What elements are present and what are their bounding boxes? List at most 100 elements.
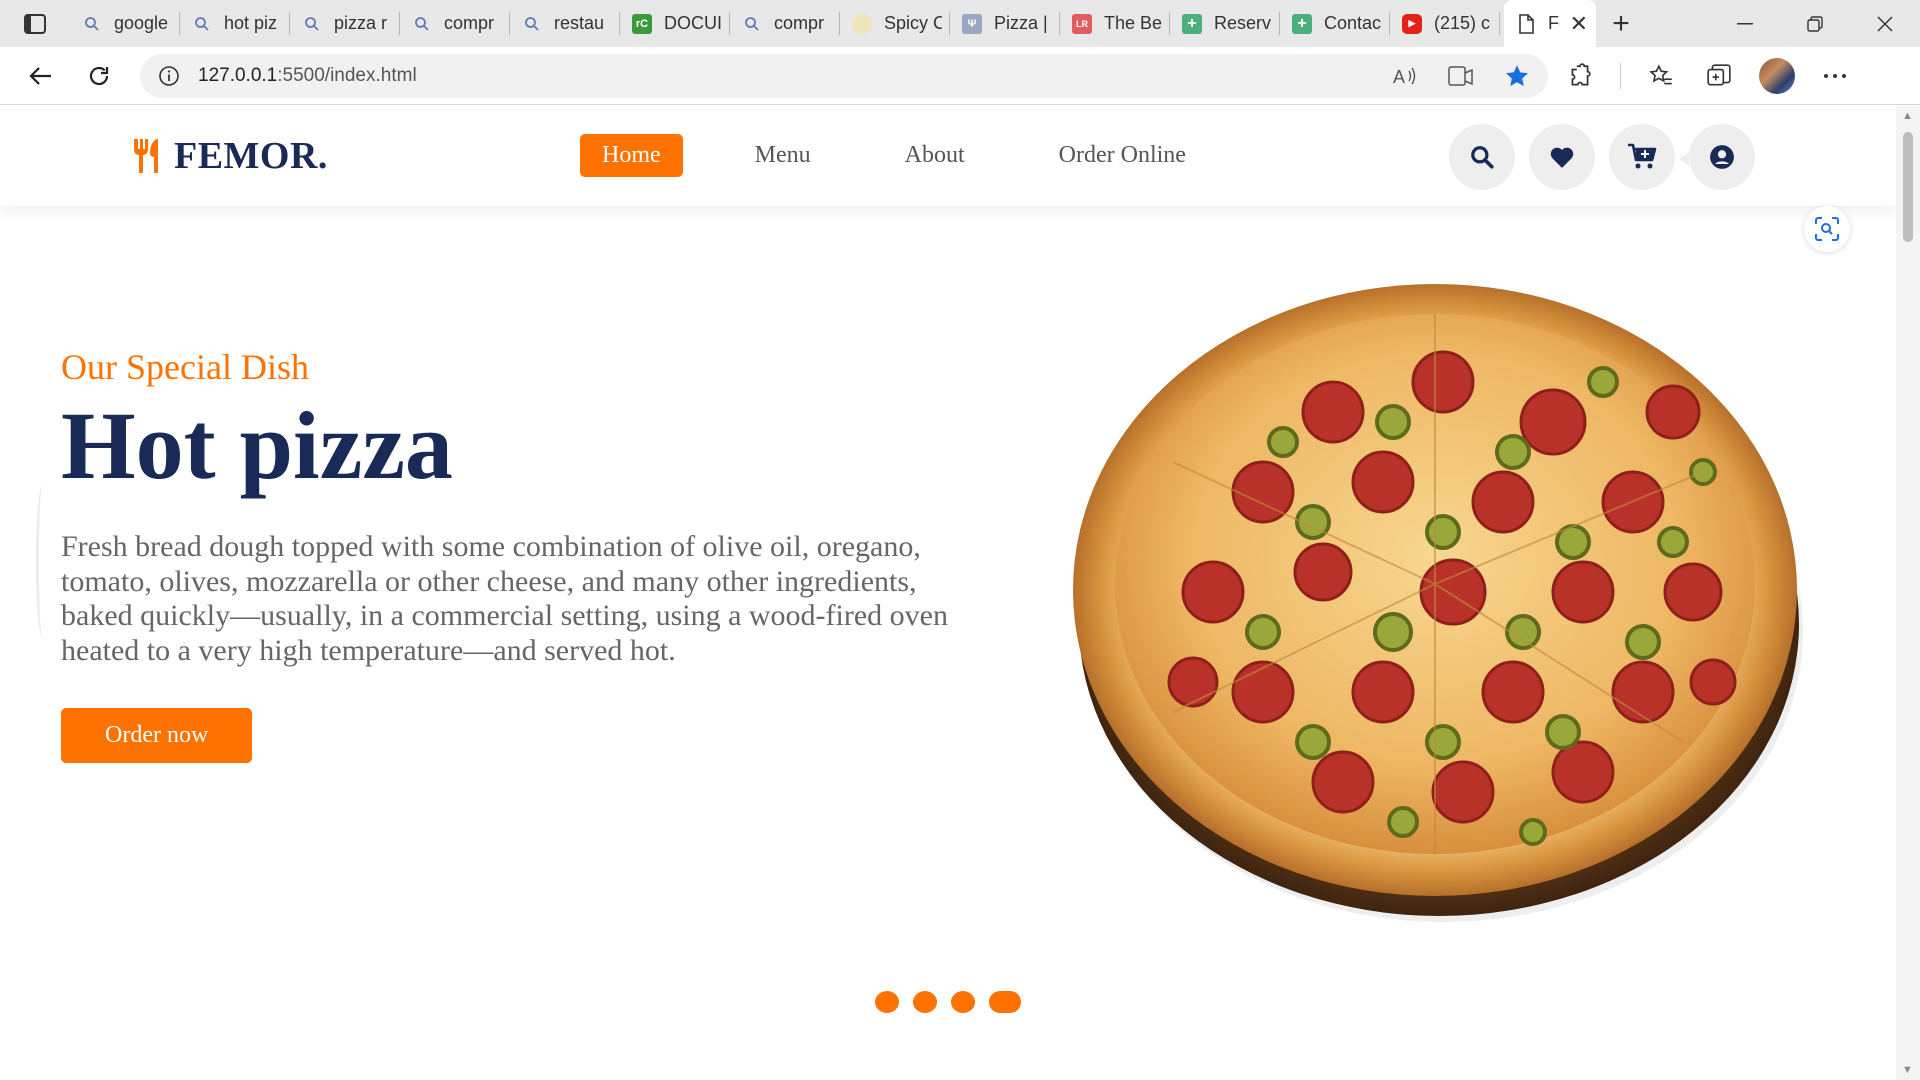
nav-order-online[interactable]: Order Online <box>1037 134 1208 177</box>
svg-text:A: A <box>1393 67 1405 87</box>
back-button[interactable] <box>12 47 70 105</box>
search-button[interactable] <box>1449 124 1515 190</box>
visual-search-button[interactable] <box>1804 206 1850 252</box>
browser-tab[interactable]: + Reserv <box>1170 0 1280 47</box>
scroll-down-icon[interactable]: ▼ <box>1902 1064 1913 1076</box>
pizza-site-icon: Ψ <box>962 13 982 34</box>
browser-tab[interactable]: Ψ Pizza | <box>950 0 1060 47</box>
new-tab-button[interactable]: + <box>1596 0 1646 47</box>
toolbar-divider <box>1620 62 1621 89</box>
tab-label: The Be <box>1104 13 1162 33</box>
restore-button[interactable] <box>1780 0 1850 47</box>
profile-button[interactable] <box>1759 57 1795 94</box>
tab-label: compr <box>444 13 495 33</box>
page-icon <box>1516 13 1536 34</box>
collections-button[interactable] <box>1701 58 1737 94</box>
browser-tab[interactable]: rC DOCUI <box>620 0 730 47</box>
spicy-icon <box>852 13 872 34</box>
tab-label: Reserv <box>1214 13 1272 33</box>
back-arrow-icon <box>29 66 51 85</box>
tab-label: DOCUI <box>664 13 722 33</box>
slide-dot-1[interactable] <box>875 991 899 1013</box>
minimize-button[interactable] <box>1710 0 1780 47</box>
url-path: :5500/index.html <box>277 64 417 86</box>
search-icon <box>302 14 322 34</box>
slide-dot-2[interactable] <box>913 991 937 1013</box>
search-icon <box>522 14 542 34</box>
browser-tab[interactable]: compr <box>730 0 840 47</box>
browser-tab[interactable]: google <box>70 0 180 47</box>
hero-subtitle: Our Special Dish <box>61 347 309 387</box>
youtube-icon: ▶ <box>1402 13 1422 34</box>
plus-square-icon: + <box>1292 13 1312 34</box>
tab-actions-button[interactable] <box>0 0 70 47</box>
tab-label: Fe <box>1548 13 1560 33</box>
logo-text: FEMOR. <box>174 135 328 177</box>
reload-button[interactable] <box>70 47 128 105</box>
active-browser-tab[interactable]: Fe ✕ <box>1504 0 1596 47</box>
tab-label: google <box>114 13 169 33</box>
nav-about[interactable]: About <box>883 134 987 177</box>
page-scrollbar[interactable]: ▲ ▼ <box>1896 106 1920 1080</box>
extensions-button[interactable] <box>1562 58 1598 94</box>
favorite-star-icon[interactable] <box>1504 63 1530 89</box>
order-now-button[interactable]: Order now <box>61 708 253 763</box>
close-window-button[interactable] <box>1850 0 1920 47</box>
search-icon <box>742 14 762 34</box>
info-icon[interactable] <box>158 65 180 87</box>
browser-tab[interactable]: LR The Be <box>1060 0 1170 47</box>
nav-menu[interactable]: Menu <box>733 134 833 177</box>
tab-label: Spicy C <box>884 13 942 33</box>
scroll-thumb[interactable] <box>1903 132 1913 242</box>
account-button[interactable] <box>1679 124 1755 190</box>
browser-tab-strip: google hot piz pizza r compr restau rC DO… <box>0 0 1920 47</box>
browser-tab[interactable]: hot piz <box>180 0 290 47</box>
slide-dot-4-active[interactable] <box>989 991 1021 1013</box>
plus-square-icon: + <box>1182 13 1202 34</box>
browser-tab[interactable]: + Contac <box>1280 0 1390 47</box>
hero-content: Our Special Dish Hot pizza Fresh bread d… <box>61 346 961 763</box>
site-logo[interactable]: FEMOR. <box>132 134 328 178</box>
browser-tab[interactable]: pizza r <box>290 0 400 47</box>
browser-tab[interactable]: Spicy C <box>840 0 950 47</box>
slider-edge-decoration <box>36 486 48 636</box>
tab-label: restau <box>554 13 605 33</box>
favorites-list-icon <box>1649 63 1672 84</box>
tab-label: (215) c <box>1434 13 1491 33</box>
wishlist-button[interactable] <box>1529 124 1595 190</box>
slide-dot-3[interactable] <box>951 991 975 1013</box>
tab-label: hot piz <box>224 13 278 33</box>
scroll-up-icon[interactable]: ▲ <box>1902 110 1913 122</box>
tab-list: google hot piz pizza r compr restau rC DO… <box>70 0 1596 47</box>
main-nav: Home Menu About Order Online <box>580 134 1258 177</box>
immersive-reader-icon[interactable] <box>1448 65 1474 87</box>
page-viewport: FEMOR. Home Menu About Order Online Our … <box>0 106 1920 1080</box>
header-icon-group <box>1449 124 1755 190</box>
browser-tab[interactable]: restau <box>510 0 620 47</box>
nav-home[interactable]: Home <box>580 134 683 177</box>
search-icon <box>412 14 432 34</box>
puzzle-icon <box>1571 62 1591 86</box>
browser-tab[interactable]: compr <box>400 0 510 47</box>
slider-pagination <box>875 991 1021 1013</box>
search-icon <box>1471 146 1494 169</box>
favorites-button[interactable] <box>1643 58 1679 94</box>
tab-label: compr <box>774 13 825 33</box>
hero-description: Fresh bread dough topped with some combi… <box>61 530 948 667</box>
browser-tab[interactable]: ▶ (215) c <box>1390 0 1500 47</box>
search-icon <box>82 14 102 34</box>
settings-menu-button[interactable] <box>1817 58 1853 94</box>
avatar <box>1759 57 1795 94</box>
url-host: 127.0.0.1 <box>198 64 278 86</box>
cart-button[interactable] <box>1609 124 1675 190</box>
heart-icon <box>1550 147 1574 168</box>
site-header: FEMOR. Home Menu About Order Online <box>0 106 1896 206</box>
pizza-image <box>1073 284 1803 922</box>
close-tab-icon[interactable]: ✕ <box>1570 11 1588 37</box>
utensils-icon <box>132 137 168 175</box>
read-aloud-icon[interactable]: A <box>1392 65 1418 87</box>
address-bar[interactable]: 127.0.0.1:5500/index.html A <box>140 53 1548 98</box>
url-text[interactable]: 127.0.0.1:5500/index.html <box>198 65 417 87</box>
tab-actions-icon <box>24 13 46 34</box>
search-icon <box>192 14 212 34</box>
